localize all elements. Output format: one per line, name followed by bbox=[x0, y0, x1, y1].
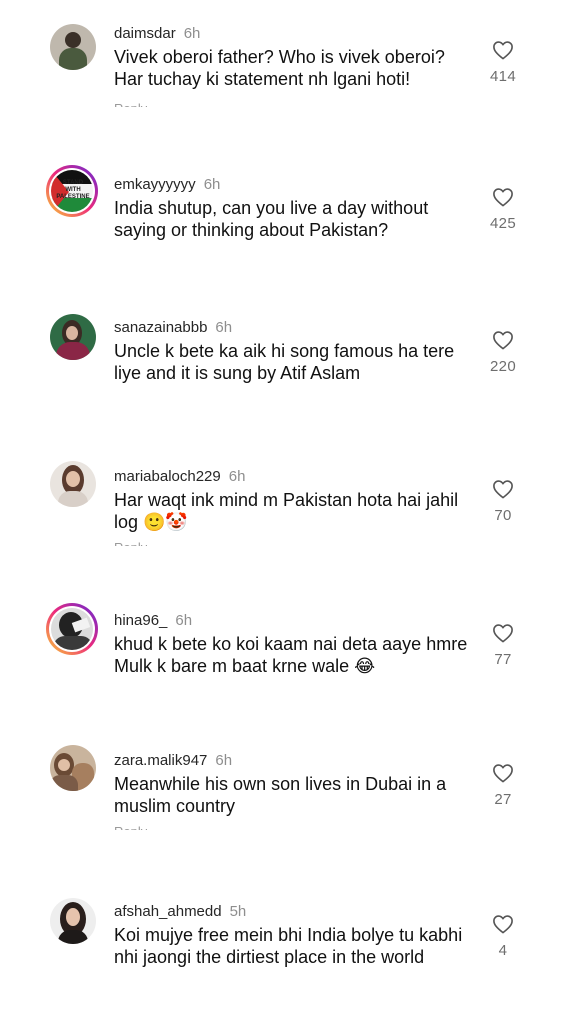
avatar[interactable] bbox=[50, 24, 96, 70]
timestamp: 6h bbox=[175, 612, 193, 629]
username[interactable]: hina96_ bbox=[114, 612, 167, 629]
like-count: 4 bbox=[498, 942, 508, 959]
avatar[interactable] bbox=[46, 603, 98, 655]
comment-meta: mariabaloch229 6h bbox=[114, 467, 245, 487]
comment-meta: daimsdar 6h bbox=[114, 24, 200, 44]
comment-text: Vivek oberoi father? Who is vivek oberoi… bbox=[114, 47, 445, 89]
reply-button[interactable]: Reply bbox=[114, 541, 147, 546]
username[interactable]: sanazainabbb bbox=[114, 319, 207, 336]
heart-outline-icon bbox=[493, 624, 513, 643]
timestamp: 6h bbox=[228, 468, 246, 485]
username[interactable]: daimsdar bbox=[114, 25, 176, 42]
comment-meta: zara.malik947 6h bbox=[114, 751, 232, 771]
avatar[interactable]: STAND WITH PALESTINE bbox=[46, 165, 98, 217]
username[interactable]: emkayyyyyy bbox=[114, 176, 196, 193]
comment-meta: hina96_ 6h bbox=[114, 611, 192, 631]
heart-outline-icon bbox=[493, 331, 513, 350]
like-button[interactable]: 425 bbox=[480, 187, 526, 232]
comment-text: India shutup, can you live a day without… bbox=[114, 198, 429, 240]
like-count: 77 bbox=[494, 651, 512, 668]
timestamp: 6h bbox=[183, 25, 201, 42]
comment-meta: emkayyyyyy 6h bbox=[114, 175, 220, 195]
reply-button[interactable]: Reply bbox=[114, 825, 147, 830]
like-count: 70 bbox=[494, 507, 512, 524]
timestamp: 6h bbox=[215, 752, 233, 769]
like-button[interactable]: 414 bbox=[480, 40, 526, 85]
comment-meta: afshah_ahmedd 5h bbox=[114, 902, 246, 922]
comment-text: Har waqt ink mind m Pakistan hota hai ja… bbox=[114, 490, 459, 532]
username[interactable]: zara.malik947 bbox=[114, 752, 207, 769]
heart-outline-icon bbox=[493, 188, 513, 207]
username[interactable]: mariabaloch229 bbox=[114, 468, 221, 485]
timestamp: 6h bbox=[215, 319, 233, 336]
heart-outline-icon bbox=[493, 764, 513, 783]
avatar[interactable] bbox=[50, 314, 96, 360]
like-button[interactable]: 70 bbox=[480, 479, 526, 524]
like-button[interactable]: 77 bbox=[480, 623, 526, 668]
reply-button[interactable]: Reply bbox=[114, 102, 147, 107]
like-count: 425 bbox=[490, 215, 516, 232]
like-count: 414 bbox=[490, 68, 516, 85]
heart-outline-icon bbox=[493, 480, 513, 499]
avatar[interactable] bbox=[50, 745, 96, 791]
comment-text: Uncle k bete ka aik hi song famous ha te… bbox=[114, 341, 455, 383]
comment-text: Koi mujye free mein bhi India bolye tu k… bbox=[114, 925, 463, 967]
like-button[interactable]: 27 bbox=[480, 763, 526, 808]
comment-text: Meanwhile his own son lives in Dubai in … bbox=[114, 774, 447, 816]
timestamp: 6h bbox=[203, 176, 221, 193]
like-button[interactable]: 220 bbox=[480, 330, 526, 375]
like-button[interactable]: 4 bbox=[480, 914, 526, 959]
comment-meta: sanazainabbb 6h bbox=[114, 318, 232, 338]
avatar-text: STAND WITH PALESTINE bbox=[56, 180, 90, 200]
like-count: 220 bbox=[490, 358, 516, 375]
avatar[interactable] bbox=[50, 898, 96, 944]
like-count: 27 bbox=[494, 791, 512, 808]
comment-text: khud k bete ko koi kaam nai deta aaye hm… bbox=[114, 634, 468, 676]
heart-outline-icon bbox=[493, 915, 513, 934]
heart-outline-icon bbox=[493, 41, 513, 60]
avatar[interactable] bbox=[50, 461, 96, 507]
timestamp: 5h bbox=[229, 903, 247, 920]
username[interactable]: afshah_ahmedd bbox=[114, 903, 222, 920]
